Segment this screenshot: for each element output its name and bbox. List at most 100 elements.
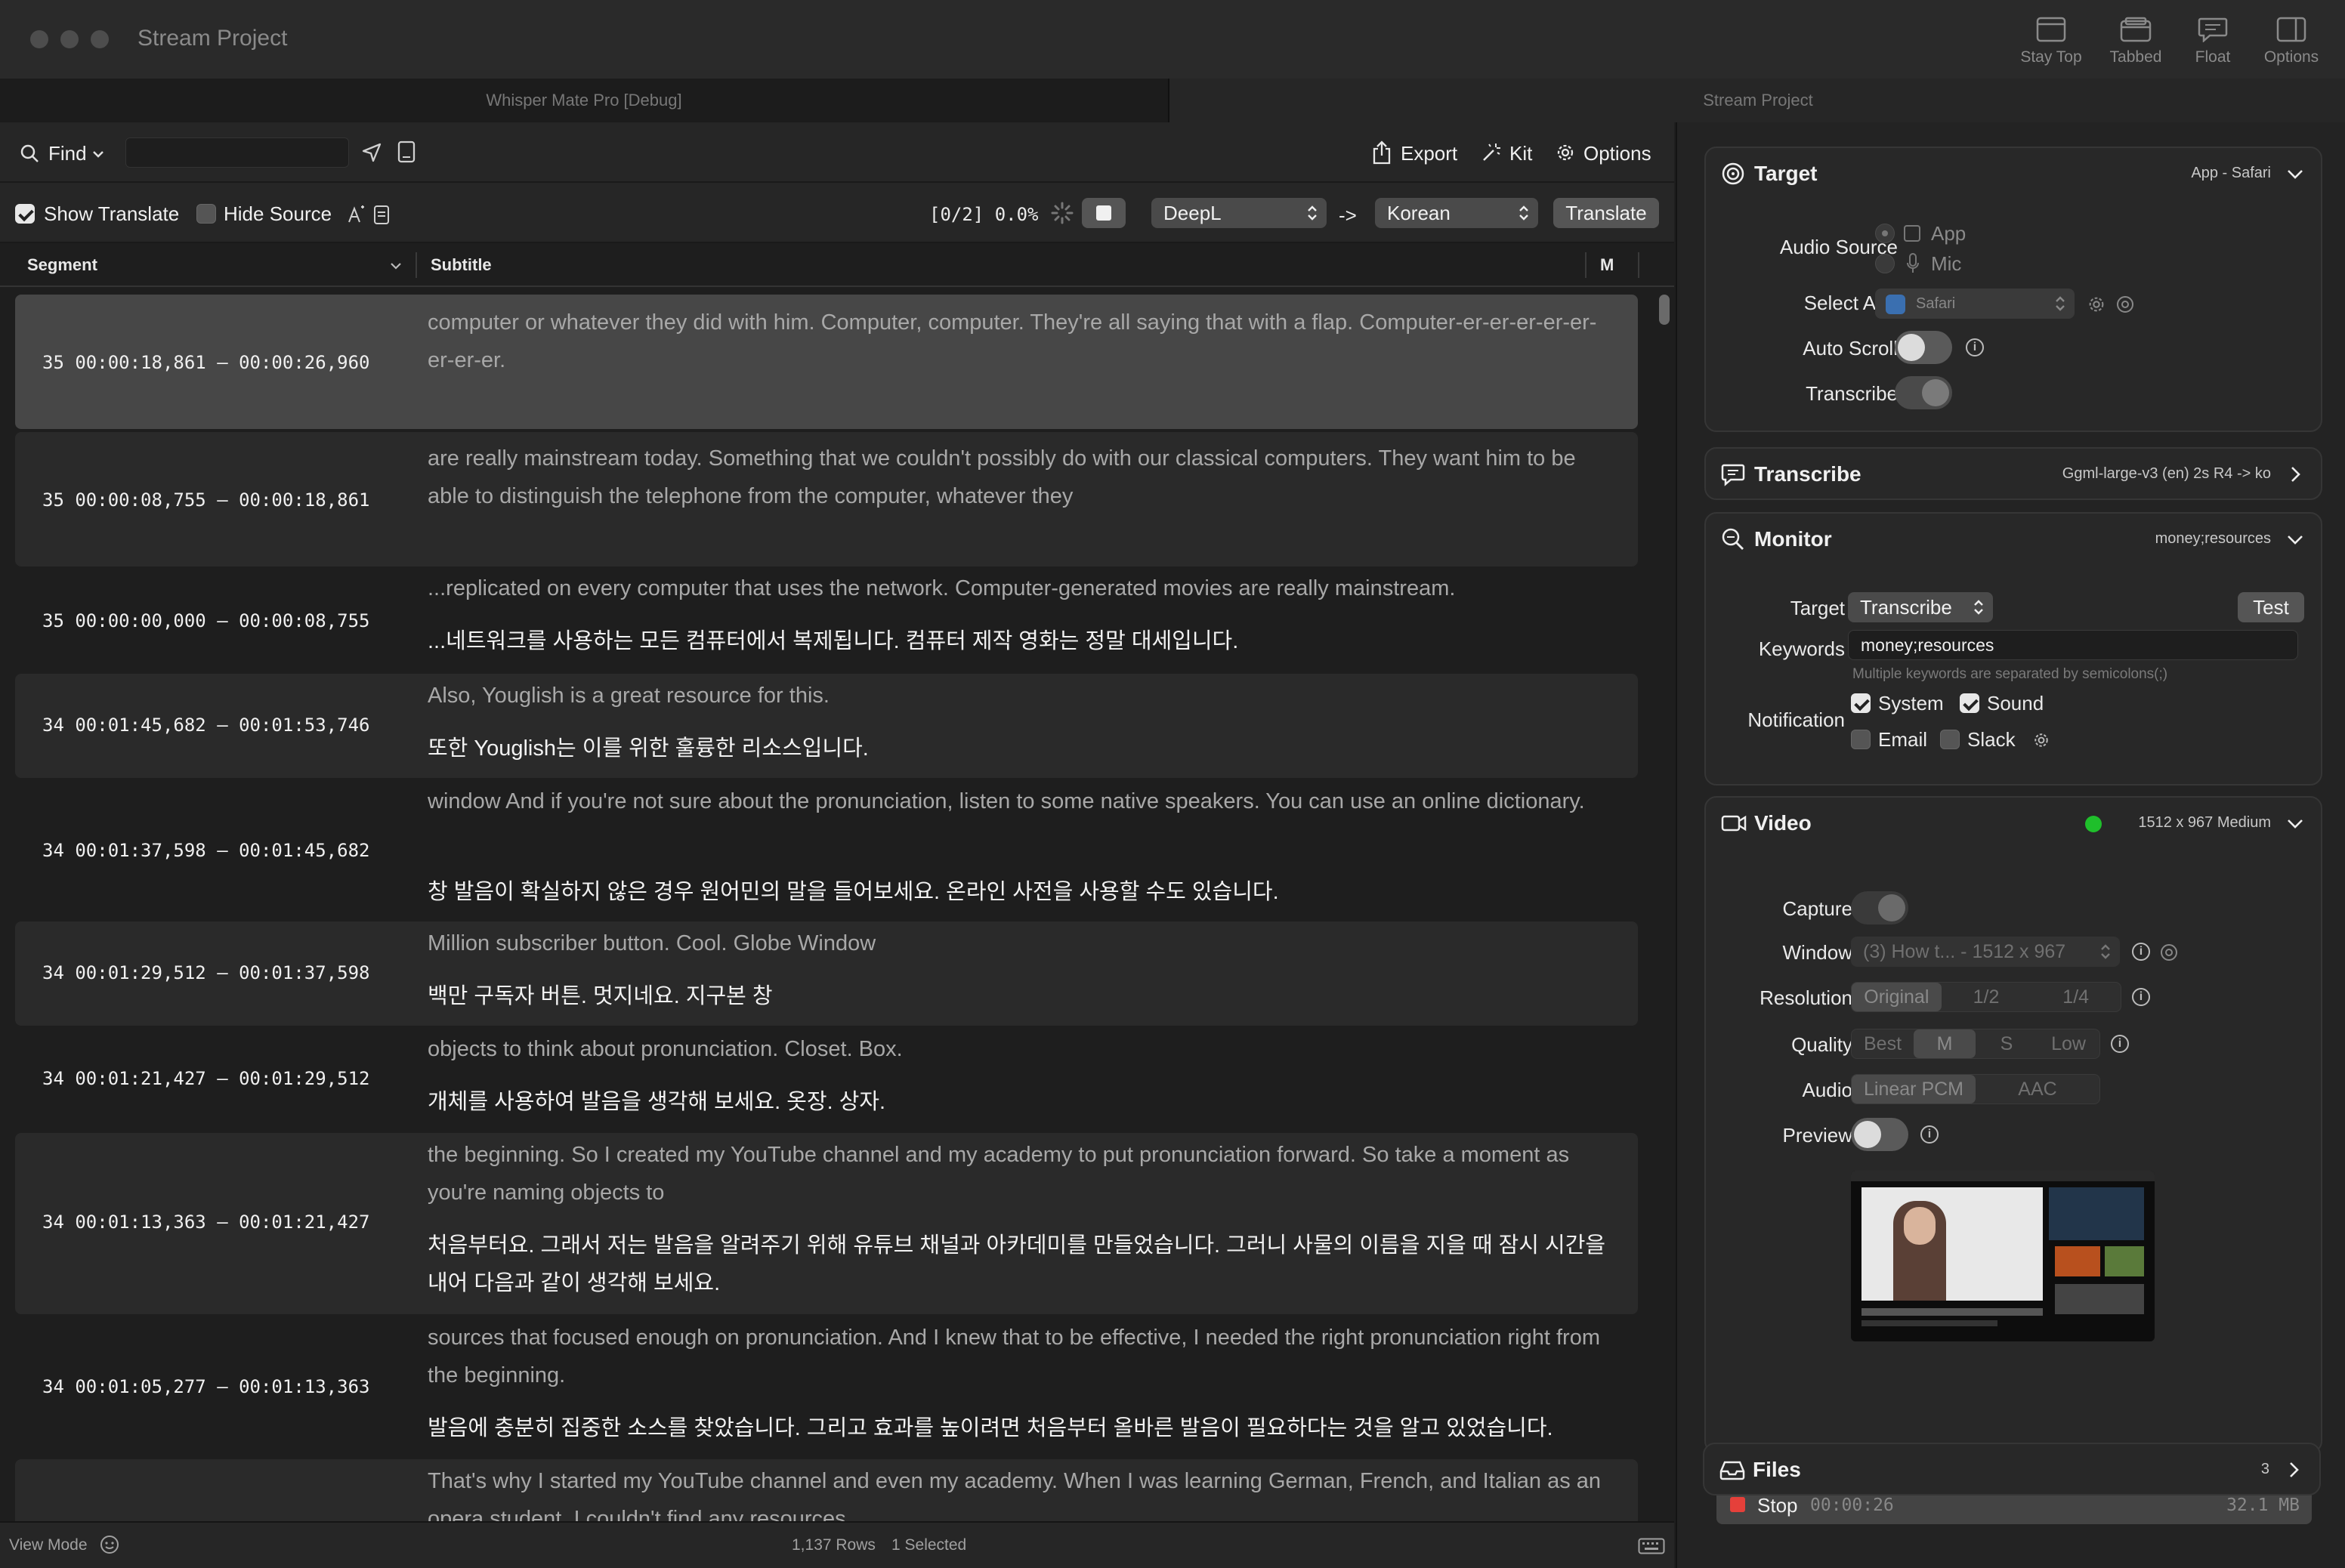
zoom-window-button[interactable] [91, 30, 109, 48]
tab-whisper-mate[interactable]: Whisper Mate Pro [Debug] [0, 79, 1169, 122]
resolution-label: Resolution [1760, 986, 1852, 1009]
column-subtitle[interactable]: Subtitle [431, 243, 492, 287]
hide-source-checkbox[interactable] [196, 204, 216, 224]
column-divider[interactable] [1585, 252, 1587, 278]
video-status-dot [2085, 816, 2102, 832]
document-icon[interactable] [397, 140, 416, 163]
info-icon[interactable]: i [1966, 338, 1984, 357]
transcribe-toggle[interactable] [1895, 376, 1952, 409]
monitor-header[interactable]: Monitor money;resources [1706, 514, 2321, 565]
table-row[interactable]: 35 00:00:18,861 – 00:00:26,960 computer … [15, 295, 1638, 429]
table-scrollbar[interactable] [1659, 295, 1670, 1518]
quality-option[interactable]: Low [2038, 1029, 2099, 1058]
close-window-button[interactable] [30, 30, 48, 48]
chevron-down-icon [2288, 536, 2303, 545]
face-icon[interactable] [100, 1535, 119, 1554]
table-row[interactable]: That's why I started my YouTube channel … [15, 1459, 1638, 1521]
stay-top-button[interactable]: Stay Top [2010, 17, 2093, 66]
translation-text: 백만 구독자 버튼. 멋지네요. 지구본 창 [428, 984, 773, 1008]
window-title: Stream Project [137, 26, 288, 51]
table-row[interactable]: 34 00:01:05,277 – 00:01:13,363 sources t… [15, 1316, 1638, 1459]
source-text: Also, Youglish is a great resource for t… [428, 684, 830, 708]
slack-checkbox[interactable] [1940, 730, 1960, 749]
quality-option[interactable]: S [1976, 1029, 2038, 1058]
sidebar-icon [2276, 17, 2306, 42]
preview-toggle[interactable] [1851, 1118, 1908, 1151]
scrollbar-thumb[interactable] [1659, 295, 1670, 325]
keywords-input[interactable] [1848, 630, 2298, 660]
app-window-icon [1904, 225, 1920, 242]
font-size-icon[interactable] [348, 205, 366, 224]
float-button[interactable]: Float [2171, 17, 2254, 66]
options-window-button[interactable]: Options [2250, 17, 2333, 66]
location-arrow-icon[interactable] [361, 142, 382, 163]
email-checkbox[interactable] [1851, 730, 1871, 749]
resolution-option[interactable]: Original [1852, 983, 1942, 1011]
table-row[interactable]: 35 00:00:00,000 – 00:00:08,755 ...replic… [15, 568, 1638, 674]
files-card[interactable]: Files 3 [1703, 1443, 2321, 1495]
column-segment[interactable]: Segment [27, 243, 405, 287]
auto-scroll-toggle[interactable] [1895, 331, 1952, 364]
gear-icon[interactable] [2032, 731, 2050, 749]
monitor-title: Monitor [1754, 527, 1832, 551]
chevron-updown-icon [2101, 944, 2110, 959]
quality-label: Quality [1791, 1033, 1852, 1056]
capture-toggle[interactable] [1851, 891, 1908, 924]
segment-cell: 35 00:00:18,861 – 00:00:26,960 [42, 352, 370, 373]
tabbed-label: Tabbed [2109, 48, 2162, 66]
quality-option[interactable]: Best [1852, 1029, 1914, 1058]
translate-button[interactable]: Translate [1553, 198, 1659, 228]
video-header[interactable]: Video 1512 x 967 Medium [1706, 798, 2321, 849]
column-m[interactable]: M [1600, 243, 1614, 287]
tab-stream-project[interactable]: Stream Project [1171, 79, 2345, 122]
engine-select[interactable]: DeepL [1151, 198, 1327, 228]
table-row[interactable]: 34 00:01:45,682 – 00:01:53,746 Also, You… [15, 674, 1638, 778]
minimize-window-button[interactable] [60, 30, 79, 48]
test-button[interactable]: Test [2238, 592, 2304, 622]
resolution-option[interactable]: 1/2 [1942, 983, 2031, 1011]
sound-checkbox[interactable] [1960, 693, 1979, 713]
source-text: the beginning. So I created my YouTube c… [428, 1143, 1570, 1205]
monitor-target-select[interactable]: Transcribe [1848, 592, 1993, 622]
column-divider[interactable] [416, 252, 417, 278]
target-crosshair-icon[interactable] [2115, 295, 2135, 314]
gear-icon[interactable] [2087, 295, 2106, 314]
tabbed-button[interactable]: Tabbed [2094, 17, 2177, 66]
system-checkbox[interactable] [1851, 693, 1871, 713]
table-row[interactable]: 34 00:01:13,363 – 00:01:21,427 the begin… [15, 1133, 1638, 1314]
table-row[interactable]: 34 00:01:29,512 – 00:01:37,598 Million s… [15, 921, 1638, 1026]
info-icon[interactable]: i [2111, 1035, 2129, 1053]
select-app-popup[interactable]: Safari [1875, 289, 2075, 319]
clipboard-icon[interactable] [373, 204, 390, 225]
language-select[interactable]: Korean [1375, 198, 1538, 228]
transcribe-card[interactable]: Transcribe Ggml-large-v3 (en) 2s R4 -> k… [1704, 447, 2322, 500]
find-input[interactable] [125, 137, 349, 168]
resolution-option[interactable]: 1/4 [2031, 983, 2121, 1011]
transcribe-title: Transcribe [1754, 462, 1861, 486]
table-row[interactable]: 34 00:01:37,598 – 00:01:45,682 window An… [15, 779, 1638, 921]
safari-icon [1886, 295, 1905, 314]
audio-format-option[interactable]: AAC [1976, 1075, 2099, 1103]
quality-option[interactable]: M [1914, 1029, 1976, 1058]
column-divider[interactable] [1638, 252, 1639, 278]
audio-format-option[interactable]: Linear PCM [1852, 1075, 1976, 1103]
table-row[interactable]: 34 00:01:21,427 – 00:01:29,512 objects t… [15, 1027, 1638, 1131]
target-card: Target App - Safari Audio Source App Mic… [1704, 147, 2322, 432]
stop-square-icon [1096, 205, 1111, 221]
stop-translate-button[interactable] [1082, 198, 1126, 228]
target-crosshair-icon[interactable] [2159, 943, 2179, 962]
table-row[interactable]: 35 00:00:08,755 – 00:00:18,861 are reall… [15, 432, 1638, 566]
video-camera-icon [1721, 815, 1747, 832]
audio-source-mic-radio[interactable] [1875, 254, 1895, 273]
info-icon[interactable]: i [1920, 1125, 1939, 1144]
window-select[interactable]: (3) How t... - 1512 x 967 [1851, 937, 2120, 967]
info-icon[interactable]: i [2132, 943, 2150, 961]
audio-source-app-radio[interactable] [1875, 224, 1895, 243]
show-translate-checkbox[interactable] [15, 204, 35, 224]
info-icon[interactable]: i [2132, 988, 2150, 1006]
chevron-down-icon [391, 263, 401, 270]
record-stop-icon [1730, 1497, 1745, 1512]
translation-text: 개체를 사용하여 발음을 생각해 보세요. 옷장. 상자. [428, 1090, 886, 1114]
keyboard-icon[interactable] [1638, 1538, 1665, 1554]
target-header[interactable]: Target App - Safari [1706, 148, 2321, 199]
